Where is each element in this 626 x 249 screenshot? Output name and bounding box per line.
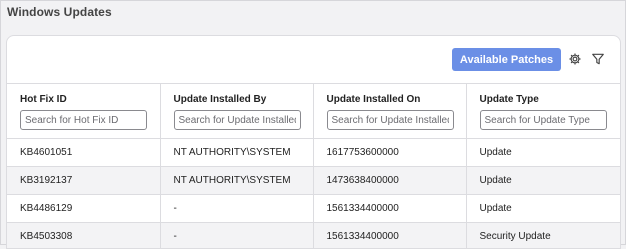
toolbar: Available Patches	[7, 36, 620, 83]
gear-icon[interactable]	[566, 50, 584, 68]
table-row[interactable]: KB3192137 NT AUTHORITY\SYSTEM 1473638400…	[7, 167, 621, 195]
funnel-icon[interactable]	[589, 50, 607, 68]
column-header-label: Hot Fix ID	[20, 93, 160, 107]
windows-updates-panel: Windows Updates Available Patches	[0, 0, 626, 245]
installed-by-cell: -	[160, 223, 313, 249]
updates-table: Hot Fix ID Update Installed By Update In…	[7, 83, 621, 249]
table-row[interactable]: KB4503308 - 1561334400000 Security Updat…	[7, 223, 621, 249]
hot-fix-id-search-input[interactable]	[20, 110, 147, 130]
hot-fix-id-cell: KB3192137	[7, 167, 160, 195]
panel-title: Windows Updates	[7, 5, 112, 19]
installed-by-cell: NT AUTHORITY\SYSTEM	[160, 167, 313, 195]
column-update-installed-by: Update Installed By	[160, 84, 313, 139]
column-header-label: Update Type	[480, 93, 622, 107]
installed-on-cell: 1473638400000	[313, 167, 466, 195]
update-type-cell: Update	[466, 167, 621, 195]
update-type-search-input[interactable]	[480, 110, 607, 130]
hot-fix-id-cell: KB4503308	[7, 223, 160, 249]
installed-by-cell: NT AUTHORITY\SYSTEM	[160, 139, 313, 167]
hot-fix-id-cell: KB4486129	[7, 195, 160, 223]
installed-by-search-input[interactable]	[174, 110, 301, 130]
installed-on-cell: 1561334400000	[313, 223, 466, 249]
column-hot-fix-id: Hot Fix ID	[7, 84, 160, 139]
hot-fix-id-cell: KB4601051	[7, 139, 160, 167]
update-type-cell: Update	[466, 195, 621, 223]
updates-card: Available Patches	[6, 35, 621, 249]
available-patches-button[interactable]: Available Patches	[452, 48, 561, 71]
column-update-installed-on: Update Installed On	[313, 84, 466, 139]
update-type-cell: Security Update	[466, 223, 621, 249]
table-row[interactable]: KB4601051 NT AUTHORITY\SYSTEM 1617753600…	[7, 139, 621, 167]
column-update-type: Update Type	[466, 84, 621, 139]
update-type-cell: Update	[466, 139, 621, 167]
table-header-row: Hot Fix ID Update Installed By Update In…	[7, 84, 621, 139]
column-header-label: Update Installed By	[174, 93, 313, 107]
installed-on-cell: 1561334400000	[313, 195, 466, 223]
column-header-label: Update Installed On	[327, 93, 466, 107]
table-row[interactable]: KB4486129 - 1561334400000 Update	[7, 195, 621, 223]
installed-by-cell: -	[160, 195, 313, 223]
installed-on-cell: 1617753600000	[313, 139, 466, 167]
installed-on-search-input[interactable]	[327, 110, 454, 130]
